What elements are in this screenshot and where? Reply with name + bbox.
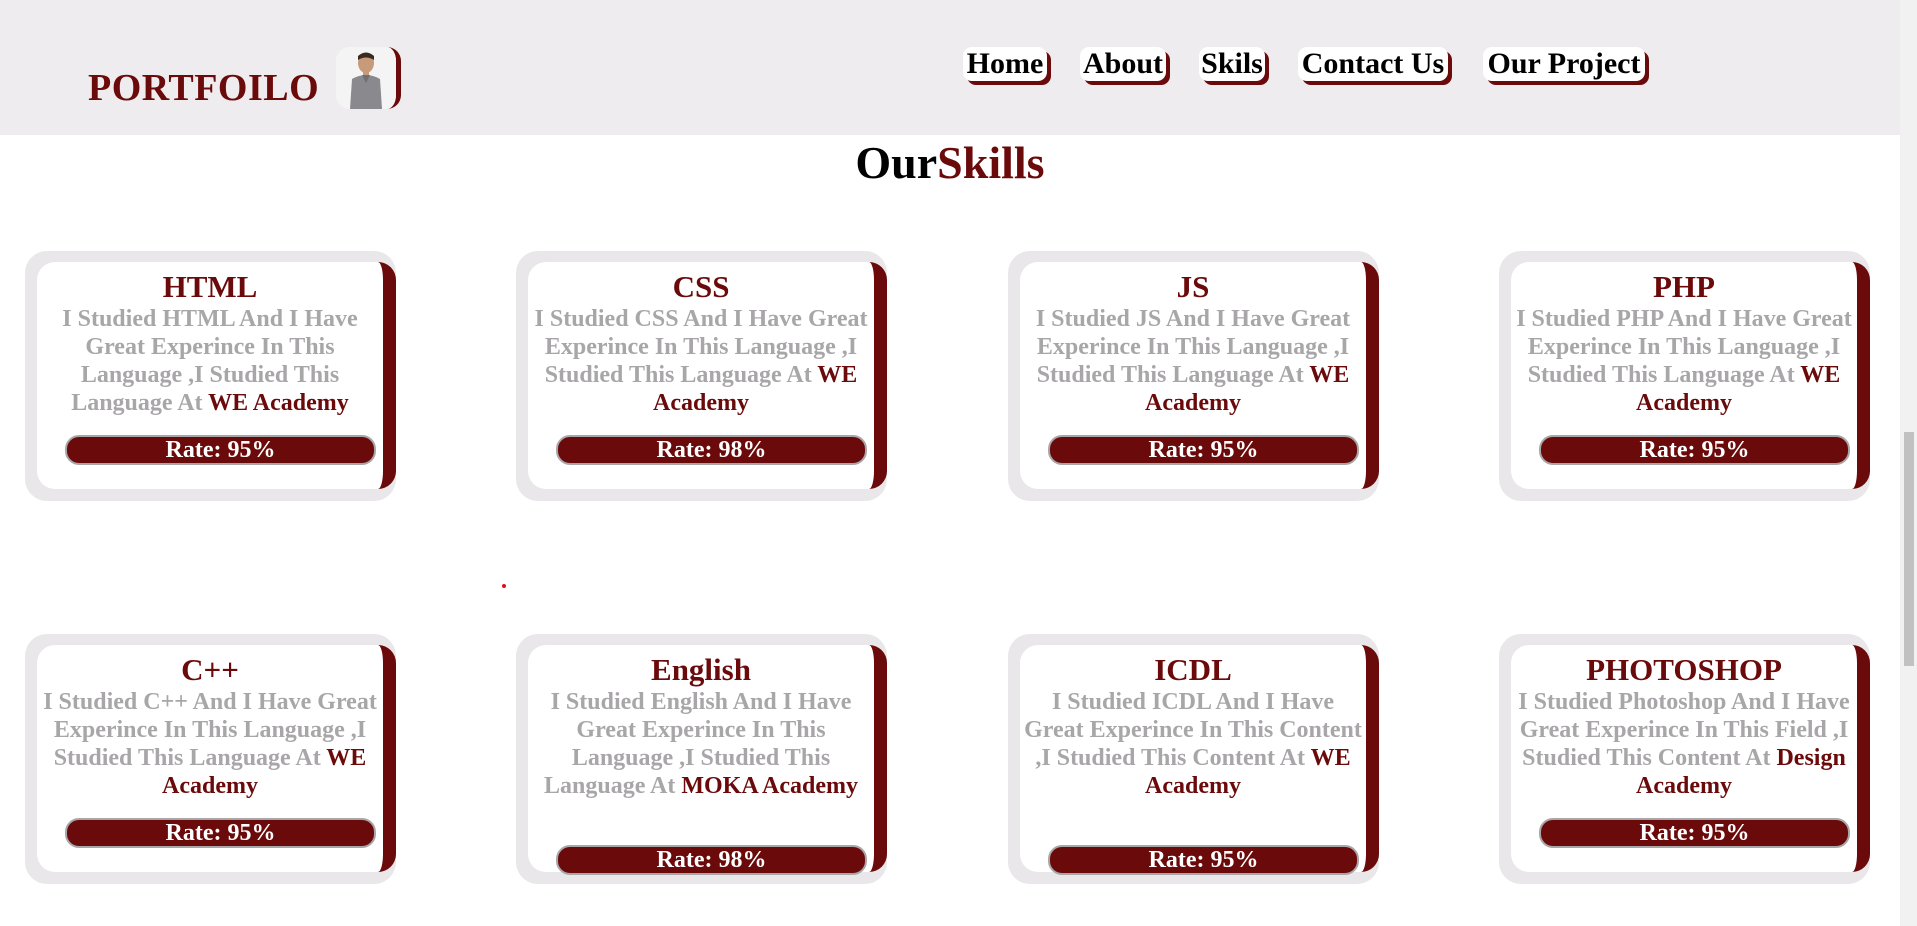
skill-card-css: CSS I Studied CSS And I Have Great Exper… bbox=[516, 251, 887, 501]
nav-home[interactable]: Home bbox=[963, 47, 1047, 81]
skill-academy: MOKA Academy bbox=[681, 773, 858, 799]
skill-description: I Studied Photoshop And I Have Great Exp… bbox=[1518, 689, 1850, 799]
skill-title: PHP bbox=[1653, 269, 1715, 304]
skill-description: I Studied HTML And I Have Great Experinc… bbox=[62, 306, 358, 416]
nav-skills[interactable]: Skils bbox=[1199, 47, 1265, 81]
skill-card-icdl: ICDL I Studied ICDL And I Have Great Exp… bbox=[1008, 634, 1379, 884]
skill-description: I Studied ICDL And I Have Great Experinc… bbox=[1024, 689, 1362, 799]
skill-card-html: HTML I Studied HTML And I Have Great Exp… bbox=[25, 251, 396, 501]
skill-title: PHOTOSHOP bbox=[1586, 652, 1782, 687]
skill-card-php: PHP I Studied PHP And I Have Great Exper… bbox=[1499, 251, 1870, 501]
brand-logo-text[interactable]: PORTFOILO bbox=[88, 66, 319, 110]
skill-rate-bar: Rate: 95% bbox=[1048, 845, 1359, 875]
skill-title: CSS bbox=[672, 269, 730, 304]
scrollbar-thumb[interactable] bbox=[1904, 432, 1914, 666]
skill-rate-bar: Rate: 95% bbox=[65, 818, 376, 848]
nav-about[interactable]: About bbox=[1080, 47, 1166, 81]
skill-description: I Studied CSS And I Have Great Experince… bbox=[534, 306, 868, 416]
skill-rate-bar: Rate: 95% bbox=[65, 435, 376, 465]
site-header: PORTFOILO Home About Skils Contact Us Ou… bbox=[0, 0, 1900, 135]
skill-description: I Studied PHP And I Have Great Experince… bbox=[1516, 306, 1852, 416]
skill-title: C++ bbox=[181, 652, 239, 687]
skill-rate-bar: Rate: 95% bbox=[1539, 435, 1850, 465]
vertical-scrollbar[interactable] bbox=[1900, 0, 1917, 926]
decorative-dot bbox=[502, 584, 506, 588]
avatar bbox=[336, 47, 401, 109]
section-title: OurSkills bbox=[855, 137, 1045, 188]
skill-description: I Studied C++ And I Have Great Experince… bbox=[43, 689, 377, 799]
skill-title: HTML bbox=[162, 269, 258, 304]
nav-our-project[interactable]: Our Project bbox=[1483, 47, 1645, 81]
skill-rate-bar: Rate: 98% bbox=[556, 845, 867, 875]
skill-card-photoshop: PHOTOSHOP I Studied Photoshop And I Have… bbox=[1499, 634, 1870, 884]
skill-card-cpp: C++ I Studied C++ And I Have Great Exper… bbox=[25, 634, 396, 884]
skill-rate-bar: Rate: 98% bbox=[556, 435, 867, 465]
nav-contact-us[interactable]: Contact Us bbox=[1298, 47, 1448, 81]
skill-rate-bar: Rate: 95% bbox=[1048, 435, 1359, 465]
skill-description: I Studied JS And I Have Great Experince … bbox=[1035, 306, 1351, 416]
avatar-photo-icon bbox=[336, 47, 396, 109]
skill-card-english: English I Studied English And I Have Gre… bbox=[516, 634, 887, 884]
skill-title: English bbox=[651, 652, 751, 687]
skill-academy: WE Academy bbox=[208, 390, 349, 416]
skill-description: I Studied English And I Have Great Exper… bbox=[543, 689, 858, 799]
skill-title: ICDL bbox=[1154, 652, 1232, 687]
skill-card-js: JS I Studied JS And I Have Great Experin… bbox=[1008, 251, 1379, 501]
skill-title: JS bbox=[1176, 269, 1210, 304]
skill-rate-bar: Rate: 95% bbox=[1539, 818, 1850, 848]
